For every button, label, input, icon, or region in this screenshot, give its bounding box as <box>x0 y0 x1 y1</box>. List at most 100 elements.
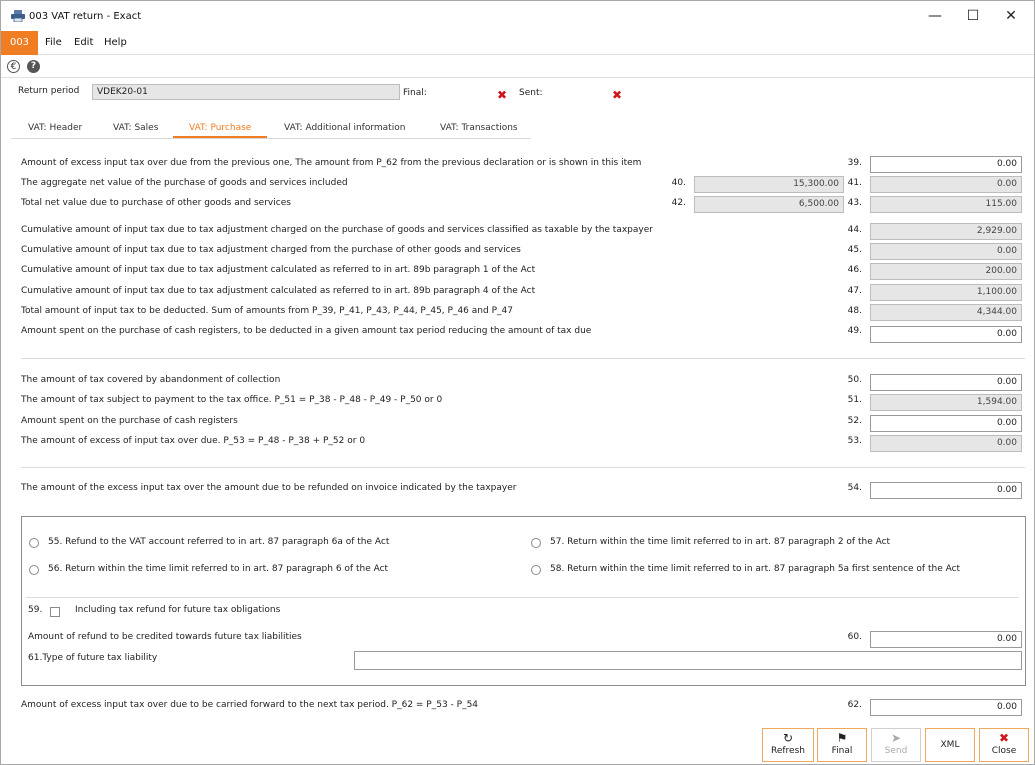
row-44-label: Cumulative amount of input tax due to ta… <box>21 225 653 235</box>
sent-cross-icon: ✖ <box>612 88 623 102</box>
row-52-number: 52. <box>847 416 862 426</box>
row-47-label: Cumulative amount of input tax due to ta… <box>21 286 536 296</box>
minimize-button[interactable]: — <box>916 6 954 28</box>
tab-transactions[interactable]: VAT: Transactions <box>440 123 518 133</box>
row-60-label: Amount of refund to be credited towards … <box>28 632 302 642</box>
menu-edit[interactable]: Edit <box>74 37 93 48</box>
row-40-number: 40. <box>671 178 686 188</box>
row-51-number: 51. <box>847 395 862 405</box>
close-button[interactable]: ✖ Close <box>979 728 1029 762</box>
tab-purchase[interactable]: VAT: Purchase <box>189 123 251 133</box>
refresh-icon: ↻ <box>782 731 794 745</box>
menu-help[interactable]: Help <box>104 37 127 48</box>
row-46-label: Cumulative amount of input tax due to ta… <box>21 265 536 275</box>
title-bar: 003 VAT return - Exact — ☐ ✕ <box>1 1 1034 31</box>
row-46-number: 46. <box>847 265 862 275</box>
row-47-field: 1,100.00 <box>870 284 1022 301</box>
section-divider <box>21 358 1025 359</box>
row-45-field: 0.00 <box>870 243 1022 260</box>
row-49-label: Amount spent on the purchase of cash reg… <box>21 326 592 336</box>
future-liability-type-input[interactable] <box>354 651 1022 670</box>
row-43-field: 115.00 <box>870 196 1022 213</box>
row-53-number: 53. <box>847 436 862 446</box>
option-58-label: 58. Return within the time limit referre… <box>550 564 961 574</box>
close-button-label: Close <box>991 746 1017 756</box>
app-window: 003 VAT return - Exact — ☐ ✕ 003 File Ed… <box>0 0 1035 765</box>
currency-icon[interactable]: € <box>7 60 20 73</box>
row-44-number: 44. <box>847 225 862 235</box>
menu-file[interactable]: File <box>45 37 62 48</box>
future-obligations-checkbox[interactable] <box>50 607 60 617</box>
row-54-input[interactable]: 0.00 <box>870 482 1022 499</box>
refresh-button[interactable]: ↻ Refresh <box>762 728 814 762</box>
row-48-field: 4,344.00 <box>870 304 1022 321</box>
item-59-number: 59. <box>28 605 43 615</box>
tab-sales[interactable]: VAT: Sales <box>113 123 158 133</box>
xml-button[interactable]: XML <box>925 728 975 762</box>
send-icon: ➤ <box>890 731 902 745</box>
row-45-number: 45. <box>847 245 862 255</box>
send-button-label: Send <box>884 746 908 756</box>
radio-55[interactable] <box>29 538 39 548</box>
radio-56[interactable] <box>29 565 39 575</box>
row-49-number: 49. <box>847 326 862 336</box>
row-41-field: 0.00 <box>870 176 1022 193</box>
row-54-number: 54. <box>847 483 862 493</box>
window-title: 003 VAT return - Exact <box>29 11 142 22</box>
row-39-label: Amount of excess input tax over due from… <box>21 158 642 168</box>
row-60-number: 60. <box>847 632 862 642</box>
row-46-field: 200.00 <box>870 263 1022 280</box>
row-54-label: The amount of the excess input tax over … <box>21 483 517 493</box>
final-label: Final: <box>403 88 427 98</box>
row-51-label: The amount of tax subject to payment to … <box>21 395 443 405</box>
row-52-input[interactable]: 0.00 <box>870 415 1022 432</box>
radio-57[interactable] <box>531 538 541 548</box>
tab-bar: VAT: Header VAT: Sales VAT: Purchase VAT… <box>11 119 531 139</box>
row-48-label: Total amount of input tax to be deducted… <box>21 306 513 316</box>
row-53-label: The amount of excess of input tax over d… <box>21 436 366 446</box>
row-47-number: 47. <box>847 286 862 296</box>
sent-label: Sent: <box>519 88 543 98</box>
tab-additional-information[interactable]: VAT: Additional information <box>284 123 405 133</box>
row-42-field: 6,500.00 <box>694 196 844 213</box>
final-button-label: Final <box>831 746 853 756</box>
option-55-label: 55. Refund to the VAT account referred t… <box>48 537 390 547</box>
row-39-input[interactable]: 0.00 <box>870 156 1022 173</box>
row-42-label: Total net value due to purchase of other… <box>21 198 291 208</box>
row-45-label: Cumulative amount of input tax due to ta… <box>21 245 521 255</box>
row-51-field: 1,594.00 <box>870 394 1022 411</box>
section-divider <box>21 467 1025 468</box>
row-53-field: 0.00 <box>870 435 1022 452</box>
row-39-number: 39. <box>847 158 862 168</box>
close-window-button[interactable]: ✕ <box>992 6 1030 28</box>
send-button[interactable]: ➤ Send <box>871 728 921 762</box>
close-icon: ✖ <box>998 731 1010 745</box>
row-60-input[interactable]: 0.00 <box>870 631 1022 648</box>
option-57-label: 57. Return within the time limit referre… <box>550 537 891 547</box>
row-40-label: The aggregate net value of the purchase … <box>21 178 348 188</box>
maximize-button[interactable]: ☐ <box>954 6 992 28</box>
row-50-number: 50. <box>847 375 862 385</box>
row-41-number: 41. <box>847 178 862 188</box>
group-divider <box>26 597 1019 598</box>
help-icon[interactable]: ? <box>27 60 40 73</box>
return-period-label: Return period <box>18 86 80 96</box>
row-50-label: The amount of tax covered by abandonment… <box>21 375 281 385</box>
return-period-field[interactable]: VDEK20-01 <box>92 84 400 100</box>
future-obligations-label: Including tax refund for future tax obli… <box>75 605 281 615</box>
row-61-label: 61.Type of future tax liability <box>28 653 158 663</box>
final-button[interactable]: ⚑ Final <box>817 728 867 762</box>
row-50-input[interactable]: 0.00 <box>870 374 1022 391</box>
company-badge[interactable]: 003 <box>1 31 38 55</box>
row-44-field: 2,929.00 <box>870 223 1022 240</box>
menu-bar: 003 File Edit Help <box>1 31 1034 55</box>
row-42-number: 42. <box>671 198 686 208</box>
row-48-number: 48. <box>847 306 862 316</box>
row-40-field: 15,300.00 <box>694 176 844 193</box>
row-62-label: Amount of excess input tax over due to b… <box>21 700 479 710</box>
row-62-input[interactable]: 0.00 <box>870 699 1022 716</box>
row-49-input[interactable]: 0.00 <box>870 326 1022 343</box>
radio-58[interactable] <box>531 565 541 575</box>
tab-header[interactable]: VAT: Header <box>28 123 82 133</box>
row-62-number: 62. <box>847 700 862 710</box>
